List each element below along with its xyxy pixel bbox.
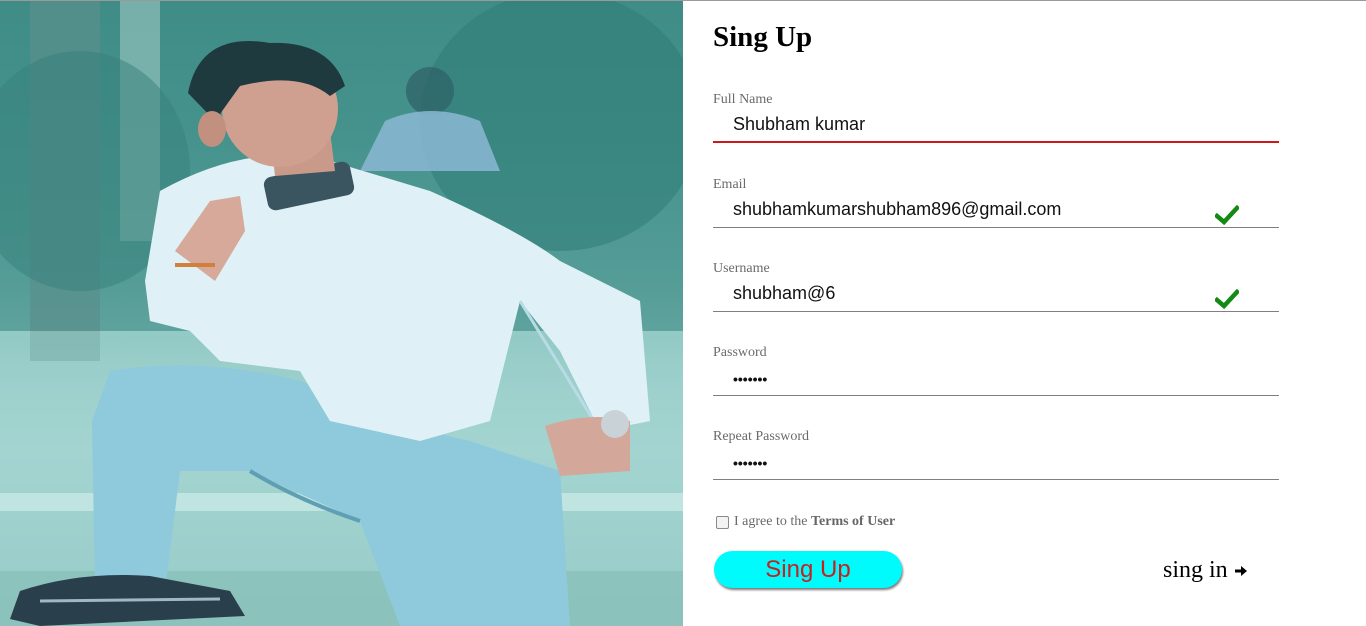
terms-checkbox[interactable] xyxy=(716,515,729,529)
arrow-right-icon xyxy=(1234,565,1247,576)
email-label: Email xyxy=(713,177,747,192)
terms-prefix: I agree to the xyxy=(734,514,811,529)
checkmark-icon xyxy=(1215,205,1239,225)
username-input[interactable]: shubham@6 xyxy=(733,283,835,304)
username-underline xyxy=(713,311,1279,312)
full-name-error-underline xyxy=(713,141,1279,143)
repeat-password-label: Repeat Password xyxy=(713,429,810,444)
checkmark-icon xyxy=(1215,289,1239,309)
password-label: Password xyxy=(713,345,767,360)
repeat-password-underline xyxy=(713,479,1279,480)
full-name-label: Full Name xyxy=(713,92,773,107)
username-label: Username xyxy=(713,261,770,276)
password-underline xyxy=(713,395,1279,396)
signin-link[interactable]: sing in xyxy=(1163,557,1248,584)
signup-button[interactable]: Sing Up xyxy=(714,551,902,588)
password-input[interactable]: ••••••• xyxy=(733,371,767,387)
terms-agreement: I agree to the Terms of User xyxy=(716,514,895,530)
terms-link[interactable]: Terms of User xyxy=(811,514,895,530)
signin-label: sing in xyxy=(1163,557,1228,583)
form-title: Sing Up xyxy=(713,21,813,53)
email-underline xyxy=(713,227,1279,228)
profile-photo xyxy=(0,1,683,626)
email-input[interactable]: shubhamkumarshubham896@gmail.com xyxy=(733,199,1061,220)
signup-form: Sing Up Full Name Shubham kumar Email sh… xyxy=(683,1,1366,626)
repeat-password-input[interactable]: ••••••• xyxy=(733,455,767,471)
full-name-input[interactable]: Shubham kumar xyxy=(733,114,865,135)
